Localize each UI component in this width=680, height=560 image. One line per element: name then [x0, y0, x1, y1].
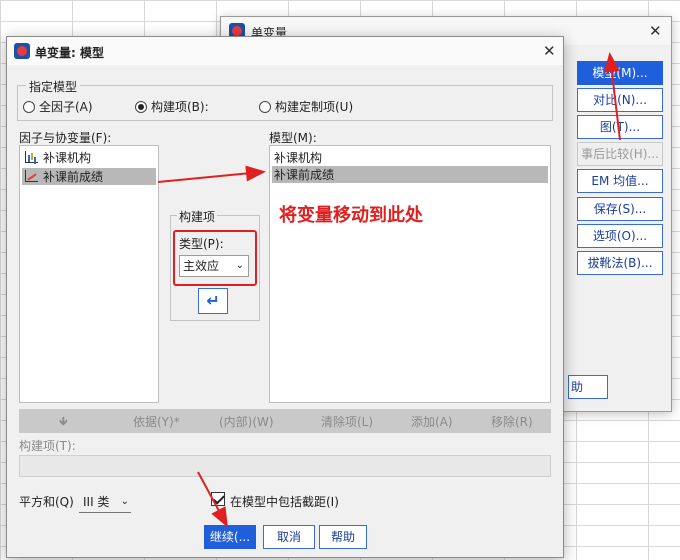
- factors-list[interactable]: 补课机构 补课前成绩: [19, 145, 159, 403]
- specify-model-legend: 指定模型: [26, 78, 81, 95]
- sum-of-squares-select[interactable]: III 类 ⌄: [79, 491, 131, 513]
- model-dialog: 单变量: 模型 ✕ 指定模型 全因子(A) 构建项(B): 构建定制项(U) 因…: [6, 36, 564, 558]
- clear-term-button: 清除项(L): [321, 415, 374, 429]
- post-hoc-button: 事后比较(H)...: [577, 142, 663, 166]
- sum-of-squares-label: 平方和(Q): [19, 495, 74, 509]
- down-arrow-icon: 🡻: [59, 414, 68, 428]
- radio-indicator: [135, 100, 147, 113]
- add-button: 添加(A): [411, 415, 453, 429]
- model-dialog-title: 单变量: 模型: [35, 46, 104, 60]
- sum-of-squares-value: III 类: [83, 495, 110, 509]
- build-terms-radio[interactable]: 构建项(B):: [135, 98, 209, 115]
- contrasts-button[interactable]: 对比(N)...: [577, 88, 663, 112]
- model-label: 模型(M):: [269, 131, 317, 145]
- radio-label: 构建项(B):: [151, 100, 209, 114]
- move-to-model-button[interactable]: ↵: [198, 288, 228, 314]
- list-item-label: 补课前成绩: [274, 168, 335, 182]
- list-item[interactable]: 补课前成绩: [22, 168, 156, 185]
- radio-label: 全因子(A): [39, 100, 93, 114]
- list-item[interactable]: 补课机构: [272, 149, 548, 166]
- list-item-label: 补课机构: [274, 151, 323, 165]
- help-button[interactable]: 帮助: [319, 525, 367, 549]
- options-button[interactable]: 选项(O)...: [577, 224, 663, 248]
- within-button: (内部)(W): [219, 415, 274, 429]
- annotation-text: 将变量移动到此处: [279, 205, 423, 226]
- close-icon[interactable]: ✕: [649, 22, 662, 40]
- em-means-button[interactable]: EM 均值...: [577, 169, 663, 193]
- list-item-label: 补课机构: [43, 151, 92, 165]
- scale-variable-icon: [24, 151, 38, 164]
- list-item[interactable]: 补课前成绩: [272, 166, 548, 183]
- build-term-label: 构建项(T):: [19, 439, 76, 453]
- line-variable-icon: [24, 170, 38, 183]
- model-list[interactable]: 补课机构 补课前成绩: [269, 145, 551, 403]
- list-item-label: 补课前成绩: [43, 170, 104, 184]
- model-button[interactable]: 模型(M)...: [577, 61, 663, 85]
- help-button-partial[interactable]: 助: [568, 375, 608, 399]
- radio-indicator: [23, 100, 35, 113]
- close-icon[interactable]: ✕: [543, 42, 556, 60]
- radio-label: 构建定制项(U): [275, 100, 354, 114]
- remove-button: 移除(R): [491, 415, 533, 429]
- include-intercept-checkbox[interactable]: [211, 492, 225, 506]
- terms-toolbar: 🡻 依据(Y)* (内部)(W) 清除项(L) 添加(A) 移除(R): [19, 409, 551, 433]
- highlight-frame: [173, 230, 257, 286]
- include-intercept-label: 在模型中包括截距(I): [230, 495, 339, 509]
- bootstrap-button[interactable]: 拔靴法(B)...: [577, 251, 663, 275]
- move-arrow-icon: ↵: [206, 291, 220, 310]
- factors-label: 因子与协变量(F):: [19, 131, 112, 145]
- spss-app-icon: [14, 43, 30, 59]
- model-dialog-title-bar: 单变量: 模型 ✕: [7, 37, 563, 65]
- cancel-button[interactable]: 取消: [263, 525, 315, 549]
- full-factorial-radio[interactable]: 全因子(A): [23, 98, 93, 115]
- build-custom-terms-radio[interactable]: 构建定制项(U): [259, 98, 353, 115]
- by-button: 依据(Y)*: [133, 415, 180, 429]
- continue-button[interactable]: 继续(...: [204, 525, 256, 549]
- save-button[interactable]: 保存(S)...: [577, 197, 663, 221]
- build-term-field: [19, 455, 551, 477]
- list-item[interactable]: 补课机构: [22, 149, 156, 166]
- plots-button[interactable]: 图(T)...: [577, 115, 663, 139]
- chevron-down-icon: ⌄: [120, 496, 129, 507]
- build-terms-legend: 构建项: [177, 208, 218, 225]
- radio-indicator: [259, 100, 271, 113]
